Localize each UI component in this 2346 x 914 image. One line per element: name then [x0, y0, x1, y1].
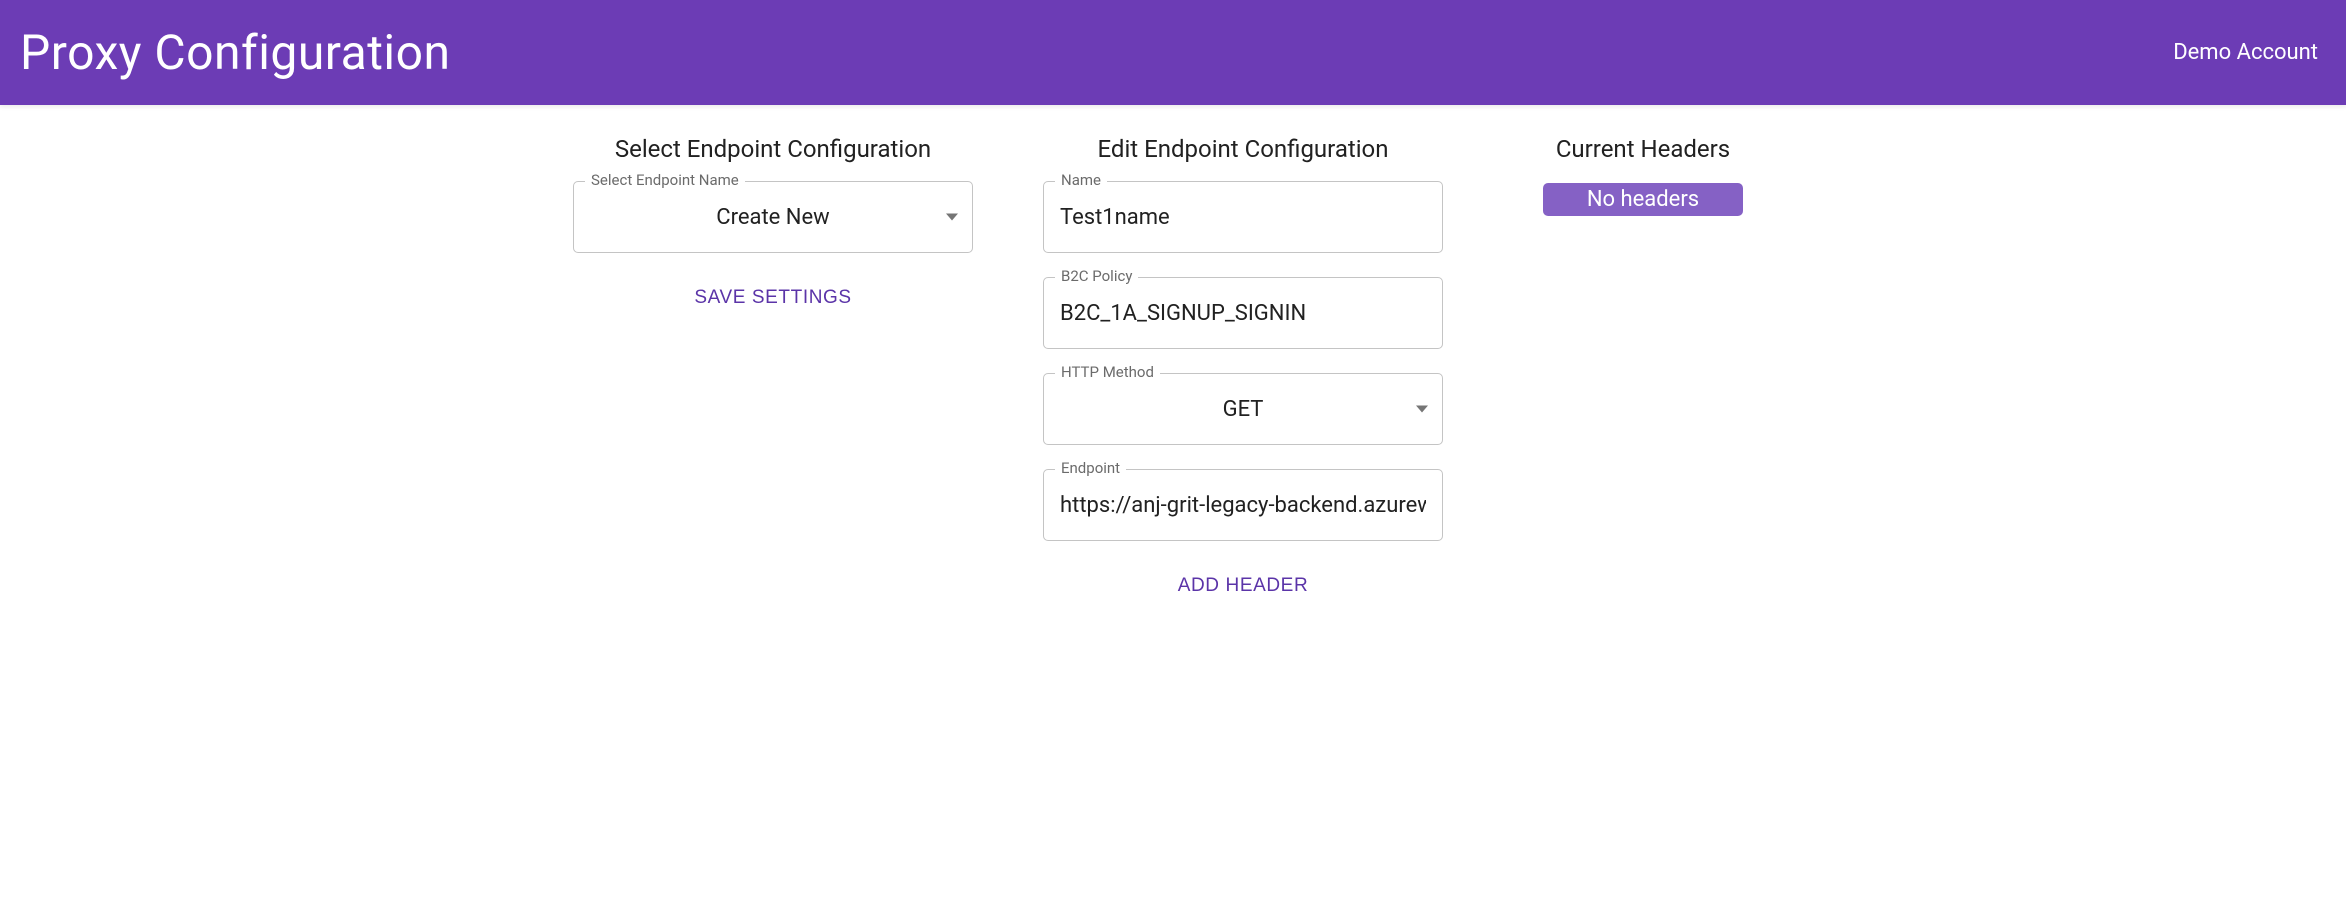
select-section-title: Select Endpoint Configuration: [615, 135, 931, 163]
app-header: Proxy Configuration Demo Account: [0, 0, 2346, 105]
endpoint-input-wrapper: [1043, 469, 1443, 541]
select-endpoint-label: Select Endpoint Name: [585, 171, 745, 189]
b2c-policy-input[interactable]: [1060, 301, 1426, 326]
http-method-dropdown[interactable]: GET: [1043, 373, 1443, 445]
name-input[interactable]: [1060, 205, 1426, 230]
headers-section-title: Current Headers: [1556, 135, 1730, 163]
chevron-down-icon: [946, 214, 958, 221]
select-endpoint-field: Select Endpoint Name Create New: [573, 181, 973, 253]
select-endpoint-dropdown[interactable]: Create New: [573, 181, 973, 253]
page-title: Proxy Configuration: [20, 24, 450, 81]
http-method-label: HTTP Method: [1055, 363, 1160, 381]
name-field: Name: [1043, 181, 1443, 253]
account-link[interactable]: Demo Account: [2173, 40, 2318, 65]
http-method-value: GET: [1060, 397, 1426, 422]
main-content: Select Endpoint Configuration Select End…: [0, 105, 2346, 637]
select-endpoint-column: Select Endpoint Configuration Select End…: [573, 135, 973, 607]
b2c-policy-label: B2C Policy: [1055, 267, 1138, 285]
edit-endpoint-column: Edit Endpoint Configuration Name B2C Pol…: [1043, 135, 1443, 607]
b2c-policy-field: B2C Policy: [1043, 277, 1443, 349]
add-header-button[interactable]: Add Header: [1162, 565, 1325, 607]
no-headers-badge: No headers: [1543, 183, 1743, 216]
name-label: Name: [1055, 171, 1107, 189]
name-input-wrapper: [1043, 181, 1443, 253]
chevron-down-icon: [1416, 406, 1428, 413]
edit-section-title: Edit Endpoint Configuration: [1098, 135, 1389, 163]
save-settings-button[interactable]: Save Settings: [678, 277, 867, 319]
endpoint-field: Endpoint: [1043, 469, 1443, 541]
http-method-field: HTTP Method GET: [1043, 373, 1443, 445]
endpoint-input[interactable]: [1060, 493, 1426, 518]
b2c-policy-input-wrapper: [1043, 277, 1443, 349]
select-endpoint-value: Create New: [590, 205, 956, 230]
endpoint-label: Endpoint: [1055, 459, 1126, 477]
current-headers-column: Current Headers No headers: [1513, 135, 1773, 607]
